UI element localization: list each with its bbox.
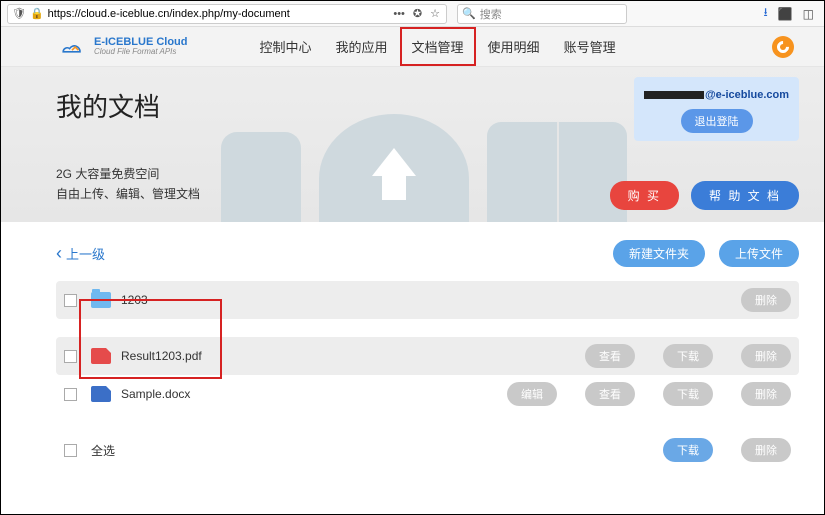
nav-account[interactable]: 账号管理 [552, 27, 628, 66]
bulk-delete-button[interactable]: 删除 [741, 438, 791, 462]
top-nav: E-ICEBLUE Cloud Cloud File Format APIs 控… [1, 27, 824, 67]
file-name[interactable]: 1203 [121, 293, 148, 307]
row-checkbox[interactable] [64, 294, 77, 307]
search-placeholder: 搜索 [480, 6, 502, 22]
brand-logo[interactable]: E-ICEBLUE Cloud Cloud File Format APIs [56, 37, 188, 57]
delete-button[interactable]: 删除 [741, 382, 791, 406]
nav-my-apps[interactable]: 我的应用 [324, 27, 400, 66]
file-cloud-icon [221, 132, 301, 222]
select-all-label: 全选 [91, 442, 115, 459]
avatar[interactable] [772, 36, 794, 58]
nav-doc-manage[interactable]: 文档管理 [400, 27, 476, 66]
file-row: Sample.docx 编辑 查看 下载 删除 [56, 375, 799, 413]
upload-file-button[interactable]: 上传文件 [719, 240, 799, 267]
browser-address-bar: 🛡 🔒 https://cloud.e-iceblue.cn/index.php… [1, 1, 824, 27]
url-text: https://cloud.e-iceblue.cn/index.php/my-… [48, 8, 290, 20]
file-name[interactable]: Result1203.pdf [121, 349, 202, 363]
banner-illustration [221, 114, 627, 222]
edit-button[interactable]: 编辑 [507, 382, 557, 406]
bulk-download-button[interactable]: 下载 [663, 438, 713, 462]
browser-search-box[interactable]: 🔍 搜索 [457, 4, 627, 24]
shield-icon: 🛡 [12, 7, 26, 20]
file-list-section: 上一级 新建文件夹 上传文件 1203 删除 Result1203.pdf 查看… [1, 222, 824, 479]
docx-file-icon [91, 386, 111, 402]
folder-cloud-icon [487, 122, 627, 222]
download-button[interactable]: 下载 [663, 344, 713, 368]
up-one-level-link[interactable]: 上一级 [56, 243, 105, 264]
view-button[interactable]: 查看 [585, 382, 635, 406]
brand-subtitle: Cloud File Format APIs [94, 48, 188, 56]
logout-button[interactable]: 退出登陆 [681, 109, 753, 133]
folder-icon [91, 292, 111, 308]
library-icon[interactable]: ⬛ [778, 7, 793, 21]
nav-usage[interactable]: 使用明细 [476, 27, 552, 66]
email-suffix: @e-iceblue.com [705, 89, 789, 101]
upload-cloud-icon [319, 114, 469, 222]
new-folder-button[interactable]: 新建文件夹 [613, 240, 705, 267]
help-doc-button[interactable]: 帮 助 文 档 [691, 181, 799, 210]
select-all-row: 全选 下载 删除 [56, 431, 799, 469]
more-icon[interactable]: ••• [393, 8, 405, 20]
file-row: Result1203.pdf 查看 下载 删除 [56, 337, 799, 375]
cloud-logo-icon [56, 37, 88, 57]
buy-button[interactable]: 购 买 [610, 181, 679, 210]
row-checkbox[interactable] [64, 350, 77, 363]
view-button[interactable]: 查看 [585, 344, 635, 368]
reader-icon[interactable]: ✪ [413, 7, 422, 20]
file-row: 1203 删除 [56, 281, 799, 319]
download-button[interactable]: 下载 [663, 382, 713, 406]
delete-button[interactable]: 删除 [741, 288, 791, 312]
download-icon[interactable]: ⭳ [764, 3, 768, 24]
select-all-checkbox[interactable] [64, 444, 77, 457]
row-checkbox[interactable] [64, 388, 77, 401]
sidebar-icon[interactable]: ◫ [803, 7, 814, 21]
bookmark-icon[interactable]: ☆ [430, 7, 440, 20]
pdf-file-icon [91, 348, 111, 364]
nav-control-center[interactable]: 控制中心 [248, 27, 324, 66]
email-redacted [644, 91, 704, 99]
user-email-box: @e-iceblue.com 退出登陆 [634, 77, 799, 141]
search-icon: 🔍 [462, 7, 476, 20]
banner: 我的文档 2G 大容量免费空间 自由上传、编辑、管理文档 @e-iceblue.… [1, 67, 824, 222]
file-name[interactable]: Sample.docx [121, 387, 190, 401]
delete-button[interactable]: 删除 [741, 344, 791, 368]
lock-icon: 🔒 [30, 7, 44, 20]
url-box[interactable]: 🛡 🔒 https://cloud.e-iceblue.cn/index.php… [7, 4, 447, 24]
